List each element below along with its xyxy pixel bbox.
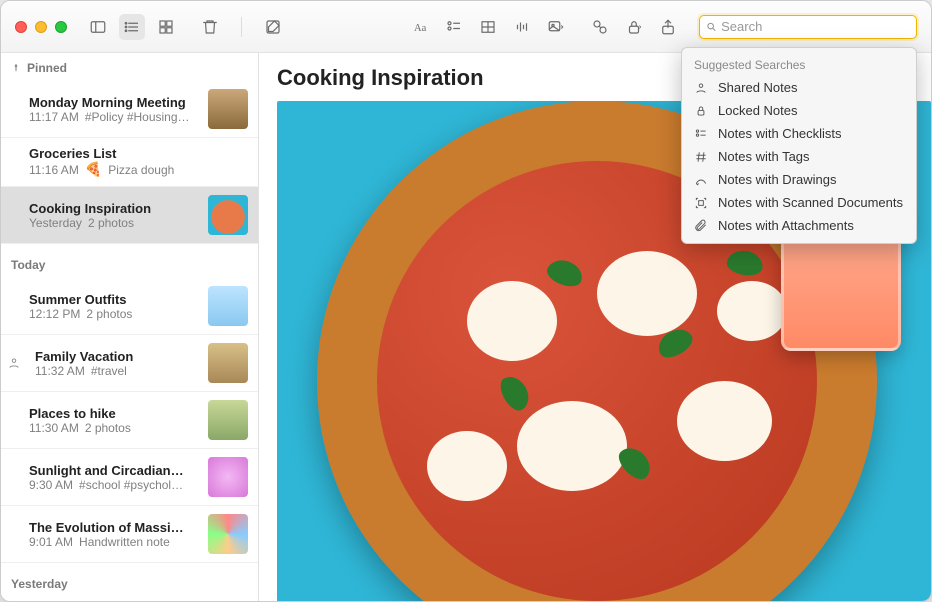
window-controls (15, 21, 67, 33)
note-item-groceries-list[interactable]: Groceries List 11:16 AM 🍕 Pizza dough (1, 138, 258, 187)
delete-button[interactable] (197, 14, 223, 40)
note-title: Family Vacation (35, 349, 200, 364)
note-item-yosemite[interactable]: Yosemite National Park (1, 597, 258, 601)
note-meta: 2 photos (88, 216, 134, 230)
note-thumbnail (208, 514, 248, 554)
note-thumbnail (208, 400, 248, 440)
note-item-family-vacation[interactable]: Family Vacation 11:32 AM #travel (1, 335, 258, 392)
suggestion-scanned[interactable]: Notes with Scanned Documents (682, 191, 916, 214)
suggestion-label: Notes with Attachments (718, 218, 854, 233)
list-view-button[interactable] (119, 14, 145, 40)
note-meta: #travel (91, 364, 127, 378)
pizza-emoji-icon: 🍕 (85, 161, 102, 178)
note-thumbnail (208, 89, 248, 129)
note-title: Monday Morning Meeting (29, 95, 200, 110)
note-item-cooking-inspiration[interactable]: Cooking Inspiration Yesterday 2 photos (1, 187, 258, 244)
suggestion-label: Locked Notes (718, 103, 798, 118)
checklist-icon (694, 127, 708, 141)
maximize-button[interactable] (55, 21, 67, 33)
suggestion-attachments[interactable]: Notes with Attachments (682, 214, 916, 237)
media-button[interactable] (543, 14, 569, 40)
toggle-sidebar-button[interactable] (85, 14, 111, 40)
note-meta: #school #psychol… (79, 478, 183, 492)
minimize-button[interactable] (35, 21, 47, 33)
pin-icon (11, 63, 21, 73)
toolbar: Aa (1, 1, 931, 53)
suggestion-checklists[interactable]: Notes with Checklists (682, 122, 916, 145)
search-icon (706, 21, 717, 33)
suggestion-tags[interactable]: Notes with Tags (682, 145, 916, 168)
note-title: Groceries List (29, 146, 248, 161)
note-time: 11:17 AM (29, 110, 79, 124)
note-title: The Evolution of Massi… (29, 520, 200, 535)
new-note-button[interactable] (260, 14, 286, 40)
close-button[interactable] (15, 21, 27, 33)
note-item-sunlight-circadian[interactable]: Sunlight and Circadian… 9:30 AM #school #… (1, 449, 258, 506)
note-meta: 2 photos (86, 307, 132, 321)
format-button[interactable]: Aa (407, 14, 433, 40)
note-thumbnail (208, 195, 248, 235)
note-time: 9:01 AM (29, 535, 73, 549)
shared-icon (7, 356, 21, 370)
note-meta: 2 photos (85, 421, 131, 435)
note-thumbnail (208, 457, 248, 497)
note-time: 11:16 AM (29, 163, 79, 177)
dropdown-header: Suggested Searches (682, 54, 916, 76)
yesterday-section-header: Yesterday (1, 563, 258, 597)
notes-window: Aa Suggested Searches Shared Notes Locke… (0, 0, 932, 602)
table-button[interactable] (475, 14, 501, 40)
note-time: 12:12 PM (29, 307, 80, 321)
notes-list-sidebar[interactable]: Pinned Monday Morning Meeting 11:17 AM #P… (1, 53, 259, 601)
suggestion-label: Notes with Drawings (718, 172, 837, 187)
note-item-monday-morning-meeting[interactable]: Monday Morning Meeting 11:17 AM #Policy #… (1, 81, 258, 138)
note-title: Sunlight and Circadian… (29, 463, 200, 478)
shared-icon (694, 81, 708, 95)
scan-icon (694, 196, 708, 210)
note-time: 9:30 AM (29, 478, 73, 492)
attach-icon (694, 219, 708, 233)
grid-view-button[interactable] (153, 14, 179, 40)
note-meta: Pizza dough (108, 163, 174, 177)
divider (241, 17, 242, 37)
lock-icon (694, 104, 708, 118)
suggestion-label: Shared Notes (718, 80, 798, 95)
search-suggestions-dropdown: Suggested Searches Shared Notes Locked N… (681, 47, 917, 244)
suggestion-locked-notes[interactable]: Locked Notes (682, 99, 916, 122)
note-meta: #Policy #Housing… (85, 110, 190, 124)
search-field[interactable] (699, 15, 917, 39)
audio-button[interactable] (509, 14, 535, 40)
checklist-button[interactable] (441, 14, 467, 40)
link-button[interactable] (587, 14, 613, 40)
note-thumbnail (208, 343, 248, 383)
note-item-summer-outfits[interactable]: Summer Outfits 12:12 PM 2 photos (1, 278, 258, 335)
tag-icon (694, 150, 708, 164)
share-button[interactable] (655, 14, 681, 40)
suggestion-label: Notes with Scanned Documents (718, 195, 903, 210)
suggestion-shared-notes[interactable]: Shared Notes (682, 76, 916, 99)
note-time: 11:32 AM (35, 364, 85, 378)
suggestion-label: Notes with Checklists (718, 126, 842, 141)
svg-text:Aa: Aa (414, 22, 427, 33)
drawing-icon (694, 173, 708, 187)
suggestion-label: Notes with Tags (718, 149, 810, 164)
note-time: 11:30 AM (29, 421, 79, 435)
suggestion-drawings[interactable]: Notes with Drawings (682, 168, 916, 191)
search-input[interactable] (721, 19, 910, 34)
lock-button[interactable] (621, 14, 647, 40)
note-item-places-to-hike[interactable]: Places to hike 11:30 AM 2 photos (1, 392, 258, 449)
pinned-section-header: Pinned (1, 53, 258, 81)
note-item-evolution-massive[interactable]: The Evolution of Massi… 9:01 AM Handwritt… (1, 506, 258, 563)
today-section-header: Today (1, 244, 258, 278)
note-time: Yesterday (29, 216, 82, 230)
note-meta: Handwritten note (79, 535, 170, 549)
note-title: Places to hike (29, 406, 200, 421)
note-title: Summer Outfits (29, 292, 200, 307)
note-thumbnail (208, 286, 248, 326)
note-title: Cooking Inspiration (29, 201, 200, 216)
